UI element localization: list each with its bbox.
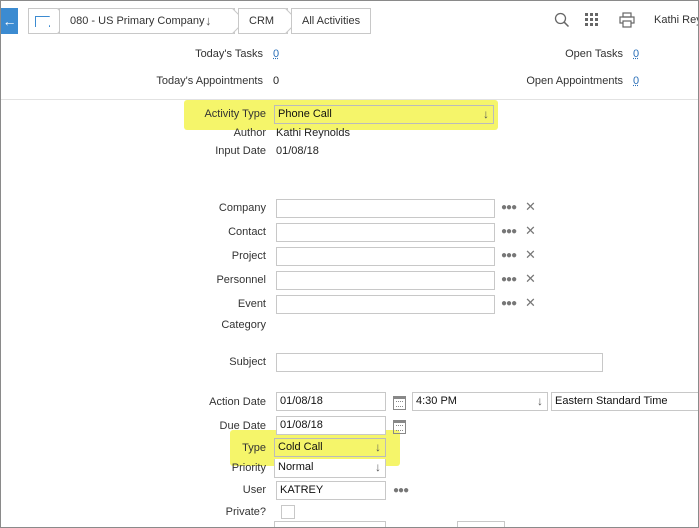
project-input[interactable] [276, 247, 495, 266]
company-label: Company [218, 202, 266, 214]
breadcrumb-page[interactable]: All Activities [291, 8, 371, 34]
personnel-clear-icon[interactable]: ✕ [525, 271, 536, 287]
breadcrumb-module[interactable]: CRM [238, 8, 299, 34]
chevron-down-icon: ↓ [483, 107, 489, 121]
top-bar: ← 080 - US Primary Company ↓ CRM All Act… [1, 1, 698, 39]
percent-complete-input[interactable] [457, 521, 505, 527]
calendar-icon[interactable] [393, 420, 406, 434]
project-lookup-icon[interactable]: ●●● [501, 250, 517, 261]
app-frame: ← 080 - US Primary Company ↓ CRM All Act… [0, 0, 699, 528]
status-select[interactable]: ↓ [274, 521, 386, 527]
event-label: Event [237, 298, 266, 310]
category-label: Category [221, 319, 266, 331]
personnel-lookup-icon[interactable]: ●●● [501, 274, 517, 285]
breadcrumb-module-label: CRM [249, 15, 275, 27]
chevron-down-icon: ↓ [375, 460, 381, 474]
timezone-value: Eastern Standard Time [555, 395, 668, 407]
user-value: KATREY [280, 484, 324, 496]
action-date-input[interactable]: 01/08/18 [276, 392, 386, 411]
author-label: Author [233, 127, 266, 139]
private-label: Private? [225, 506, 266, 518]
project-clear-icon[interactable]: ✕ [525, 247, 536, 263]
contact-lookup-icon[interactable]: ●●● [501, 226, 517, 237]
action-time-value: 4:30 PM [416, 395, 457, 407]
type-label: Type [242, 442, 266, 454]
activity-type-value: Phone Call [278, 108, 332, 120]
event-lookup-icon[interactable]: ●●● [501, 298, 517, 309]
timezone-select[interactable]: Eastern Standard Time [551, 392, 698, 411]
company-lookup-icon[interactable]: ●●● [501, 202, 517, 213]
due-date-input[interactable]: 01/08/18 [276, 416, 386, 435]
due-date-value: 01/08/18 [280, 419, 323, 431]
user-name[interactable]: Kathi Reynolds [654, 14, 698, 26]
type-select[interactable]: Cold Call ↓ [274, 438, 386, 457]
breadcrumb-company[interactable]: 080 - US Primary Company ↓ [59, 8, 246, 34]
author-value: Kathi Reynolds [276, 127, 350, 139]
subject-label: Subject [229, 356, 266, 368]
chevron-down-icon: ↓ [205, 13, 212, 28]
contact-label: Contact [228, 226, 266, 238]
breadcrumb-page-label: All Activities [302, 15, 361, 27]
action-date-label: Action Date [209, 396, 266, 408]
event-clear-icon[interactable]: ✕ [525, 295, 536, 311]
company-input[interactable] [276, 199, 495, 218]
search-icon[interactable] [554, 12, 570, 28]
user-label: User [242, 484, 266, 496]
apps-grid-icon[interactable] [585, 13, 599, 27]
subject-input[interactable] [276, 353, 603, 372]
open-tasks-link[interactable]: 0 [633, 48, 639, 60]
todays-appointments-label: Today's Appointments [156, 75, 263, 87]
activity-type-select[interactable]: Phone Call ↓ [274, 105, 494, 124]
open-tasks-label: Open Tasks [565, 48, 623, 60]
breadcrumb-home[interactable] [28, 8, 71, 34]
chevron-down-icon: ↓ [375, 522, 381, 527]
input-date-value: 01/08/18 [276, 145, 319, 157]
personnel-input[interactable] [276, 271, 495, 290]
personnel-label: Personnel [216, 274, 266, 286]
contact-input[interactable] [276, 223, 495, 242]
printer-icon[interactable] [619, 12, 635, 28]
priority-select[interactable]: Normal ↓ [274, 459, 386, 478]
open-appointments-link[interactable]: 0 [633, 75, 639, 87]
priority-value: Normal [278, 461, 314, 473]
priority-label: Priority [231, 462, 266, 474]
contact-clear-icon[interactable]: ✕ [525, 223, 536, 239]
todays-appointments-value: 0 [273, 75, 280, 87]
action-time-select[interactable]: 4:30 PM ↓ [412, 392, 548, 411]
breadcrumb-company-label: 080 - US Primary Company [70, 15, 205, 27]
project-label: Project [231, 250, 266, 262]
chevron-down-icon: ↓ [375, 440, 381, 454]
type-value: Cold Call [278, 441, 323, 453]
activity-type-label: Activity Type [204, 108, 266, 120]
chevron-down-icon: ↓ [537, 394, 543, 408]
due-date-label: Due Date [219, 420, 266, 432]
user-lookup-icon[interactable]: ●●● [393, 485, 409, 496]
user-input[interactable]: KATREY [276, 481, 386, 500]
todays-tasks-label: Today's Tasks [195, 48, 263, 60]
back-arrow-icon[interactable]: ← [1, 8, 18, 34]
open-appointments-label: Open Appointments [526, 75, 623, 87]
company-clear-icon[interactable]: ✕ [525, 199, 536, 215]
calendar-icon[interactable] [393, 396, 406, 410]
action-date-value: 01/08/18 [280, 395, 323, 407]
todays-tasks-link[interactable]: 0 [273, 48, 279, 60]
event-input[interactable] [276, 295, 495, 314]
input-date-label: Input Date [215, 145, 266, 157]
private-checkbox[interactable] [281, 505, 295, 519]
